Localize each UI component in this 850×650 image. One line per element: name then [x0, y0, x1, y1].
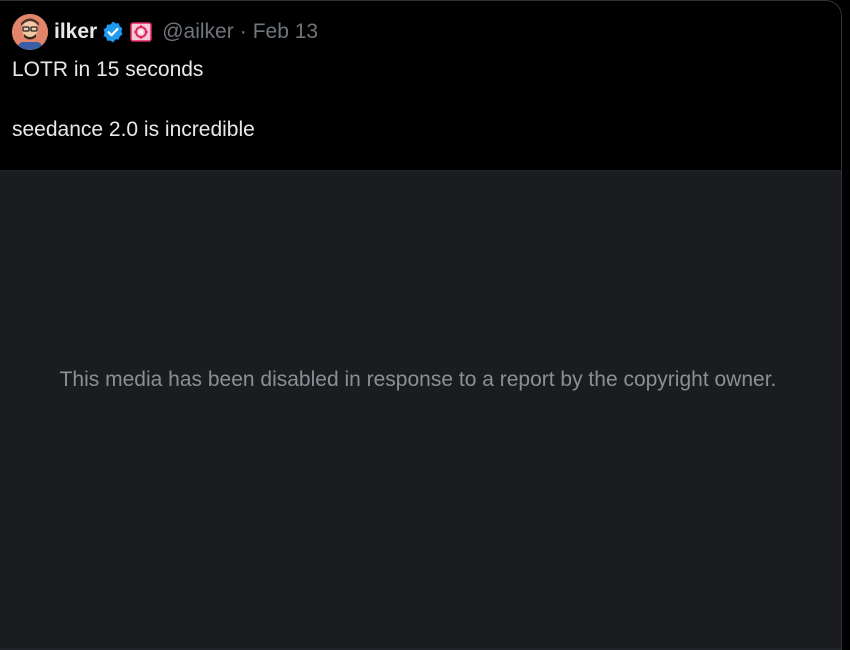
tweet-text-line: LOTR in 15 seconds	[12, 58, 204, 81]
header-separator: ·	[239, 20, 247, 43]
tweet-header: ilker @ailker · Feb 13	[12, 14, 318, 50]
media-placeholder: This media has been disabled in response…	[0, 170, 841, 648]
tweet-text-line: seedance 2.0 is incredible	[12, 118, 255, 141]
tweet-date[interactable]: Feb 13	[253, 20, 318, 44]
avatar[interactable]	[12, 14, 48, 50]
tweet-card[interactable]: ilker @ailker · Feb 13 LOTR in 15 second…	[0, 0, 842, 650]
affiliate-badge-icon[interactable]	[130, 22, 152, 42]
author-handle[interactable]: @ailker	[162, 20, 234, 44]
avatar-illustration-icon	[12, 14, 48, 50]
media-disabled-message: This media has been disabled in response…	[59, 368, 777, 391]
author-display-name[interactable]: ilker	[54, 20, 97, 44]
verified-badge-icon[interactable]	[101, 20, 125, 44]
